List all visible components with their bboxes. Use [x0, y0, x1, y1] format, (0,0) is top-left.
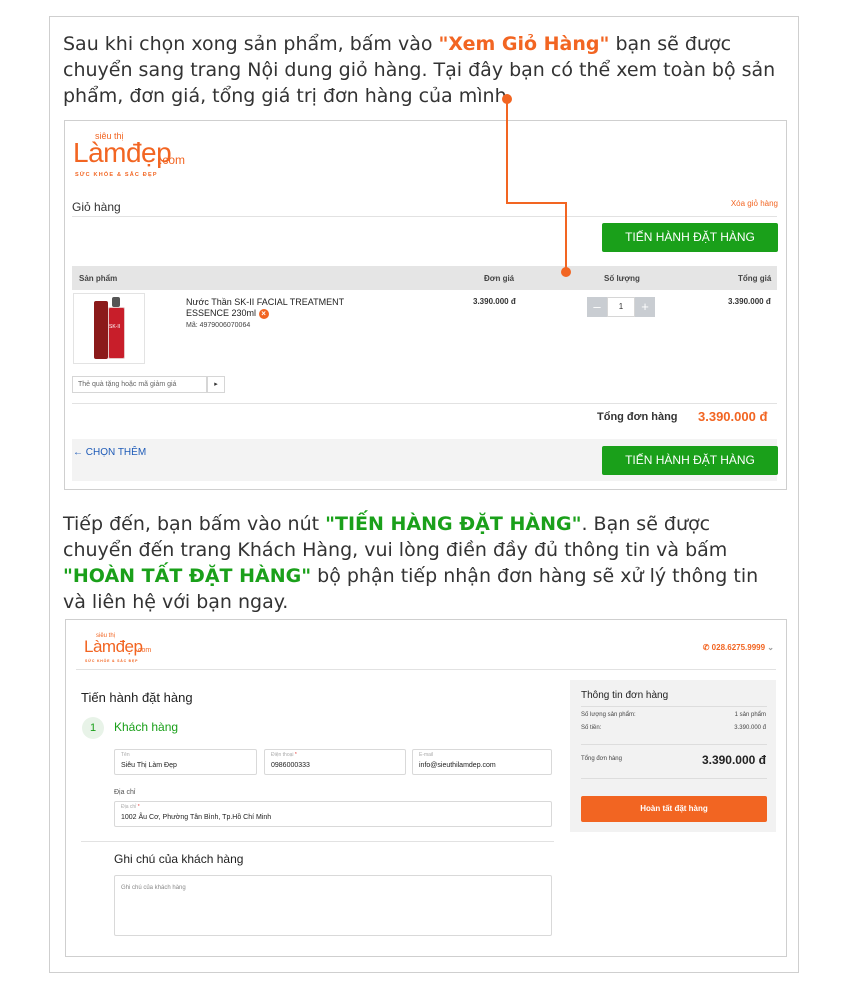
divider: [581, 744, 767, 745]
checkout-screenshot: siêu thị Làmđẹp .com SỨC KHỎE & SẮC ĐẸP …: [65, 619, 787, 957]
divider: [72, 403, 777, 404]
phone-field[interactable]: Điện thoại * 0986000333: [264, 749, 406, 775]
address-value: 1002 Âu Cơ, Phường Tân Bình, Tp.Hồ Chí M…: [121, 814, 272, 821]
checkout-button-top[interactable]: TIẾN HÀNH ĐẶT HÀNG: [602, 223, 778, 252]
phone-label-text: Điện thoại: [271, 752, 294, 758]
address-label: Địa chỉ *: [121, 804, 140, 810]
quantity-input[interactable]: 1: [607, 297, 635, 317]
hotline[interactable]: ✆ 028.6275.9999 ⌄: [703, 643, 774, 652]
order-summary: Thông tin đơn hàng Số lượng sản phẩm: 1 …: [570, 680, 776, 832]
name-label: Tên: [121, 752, 130, 758]
col-unit-price: Đơn giá: [484, 274, 515, 283]
step-label: Khách hàng: [114, 720, 179, 734]
checkout-highlight: "TIẾN HÀNG ĐẶT HÀNG": [325, 513, 582, 535]
pointer-line: [565, 202, 567, 272]
qty-label: Số lượng sản phẩm:: [581, 712, 636, 718]
note-title: Ghi chú của khách hàng: [114, 852, 244, 866]
phone-icon: ✆: [702, 643, 710, 652]
divider: [76, 669, 776, 670]
pointer-line: [506, 99, 508, 204]
email-label: E-mail: [419, 752, 434, 758]
checkout-button-bottom[interactable]: TIẾN HÀNH ĐẶT HÀNG: [602, 446, 778, 475]
product-image-brand: SK-II: [109, 324, 121, 330]
subtotal-value: 3.390.000 đ: [734, 725, 766, 731]
place-order-highlight: "HOÀN TẤT ĐẶT HÀNG": [63, 565, 312, 587]
cart-title: Giỏ hàng: [72, 200, 121, 214]
unit-price: 3.390.000 đ: [473, 297, 516, 306]
product-sku: Mã: 4979006070064: [186, 322, 251, 329]
note-placeholder: Ghi chú của khách hàng: [121, 885, 186, 891]
summary-total-value: 3.390.000 đ: [701, 753, 766, 767]
bottle-shape: [94, 301, 108, 359]
pointer-dot-top: [502, 94, 512, 104]
pointer-line: [506, 202, 567, 204]
hotline-number: 028.6275.9999: [711, 643, 766, 652]
order-total-value: 3.390.000 đ: [698, 409, 768, 424]
col-total: Tổng giá: [738, 274, 772, 283]
site-logo[interactable]: siêu thị Làmđẹp .com SỨC KHỎE & SẮC ĐẸP: [84, 633, 164, 664]
chevron-down-icon: ⌄: [767, 643, 774, 652]
email-field[interactable]: E-mail info@sieuthilamdep.com: [412, 749, 552, 775]
address-label-text: Địa chỉ: [121, 804, 137, 810]
box-shape: [108, 307, 125, 359]
logo-domain-text: .com: [136, 647, 152, 654]
phone-label: Điện thoại *: [271, 752, 297, 758]
product-image[interactable]: SK-II: [73, 293, 145, 364]
subtotal-label: Số tiền:: [581, 725, 602, 731]
intro1-text: Sau khi chọn xong sản phẩm, bấm vào: [63, 33, 439, 55]
note-textarea[interactable]: Ghi chú của khách hàng: [114, 875, 552, 936]
place-order-button[interactable]: Hoàn tất đặt hàng: [581, 796, 767, 822]
divider: [72, 216, 777, 217]
coupon-input[interactable]: Thẻ quà tặng hoặc mã giảm giá: [72, 376, 207, 393]
summary-title: Thông tin đơn hàng: [581, 690, 669, 701]
name-value: Siêu Thị Làm Đẹp: [121, 762, 177, 769]
logo-domain-text: .com: [159, 153, 186, 167]
pointer-dot-bottom: [561, 267, 571, 277]
bottle-cap: [112, 297, 120, 307]
view-cart-highlight: "Xem Giỏ Hàng": [438, 33, 610, 55]
line-total: 3.390.000 đ: [728, 297, 771, 306]
remove-item-icon[interactable]: ×: [258, 308, 269, 319]
intro-paragraph-1: Sau khi chọn xong sản phẩm, bấm vào "Xem…: [63, 31, 793, 109]
product-name[interactable]: Nước Thần SK-II FACIAL TREATMENT ESSENCE…: [186, 297, 356, 319]
divider: [581, 778, 767, 779]
quantity-stepper: – 1 +: [587, 297, 655, 317]
logo-main-text: Làmđẹp: [84, 637, 143, 656]
col-quantity: Số lượng: [604, 274, 640, 283]
email-value: info@sieuthilamdep.com: [419, 762, 496, 769]
cart-table-header: Sản phẩm Đơn giá Số lượng Tổng giá: [72, 266, 777, 290]
divider: [81, 841, 554, 842]
intro-paragraph-2: Tiếp đến, bạn bấm vào nút "TIẾN HÀNG ĐẶT…: [63, 511, 783, 615]
step-number: 1: [82, 717, 104, 739]
qty-value: 1 sản phẩm: [734, 712, 766, 718]
phone-value: 0986000333: [271, 762, 310, 769]
clear-cart-link[interactable]: Xóa giỏ hàng: [731, 199, 778, 208]
col-product: Sản phẩm: [79, 274, 118, 283]
increase-button[interactable]: +: [635, 297, 655, 317]
logo-main-text: Làmđẹp: [73, 137, 172, 168]
summary-total-label: Tổng đơn hàng: [581, 756, 622, 762]
continue-shopping-link[interactable]: ← CHỌN THÊM: [73, 447, 146, 458]
cart-screenshot: siêu thị Làmđẹp .com SỨC KHỎE & SẮC ĐẸP …: [64, 94, 787, 490]
logo-tagline: SỨC KHỎE & SẮC ĐẸP: [75, 172, 158, 178]
coupon-apply-button[interactable]: ▸: [207, 376, 225, 393]
intro2-text: Tiếp đến, bạn bấm vào nút: [63, 513, 326, 535]
address-section-label: Địa chỉ: [114, 789, 136, 796]
logo-tagline: SỨC KHỎE & SẮC ĐẸP: [85, 659, 139, 663]
site-logo[interactable]: siêu thị Làmđẹp .com SỨC KHỎE & SẮC ĐẸP: [73, 131, 203, 181]
checkout-title: Tiến hành đặt hàng: [81, 690, 193, 705]
order-total-label: Tổng đơn hàng: [597, 411, 678, 423]
decrease-button[interactable]: –: [587, 297, 607, 317]
address-field[interactable]: Địa chỉ * 1002 Âu Cơ, Phường Tân Bình, T…: [114, 801, 552, 827]
name-field[interactable]: Tên Siêu Thị Làm Đẹp: [114, 749, 257, 775]
divider: [581, 706, 767, 707]
